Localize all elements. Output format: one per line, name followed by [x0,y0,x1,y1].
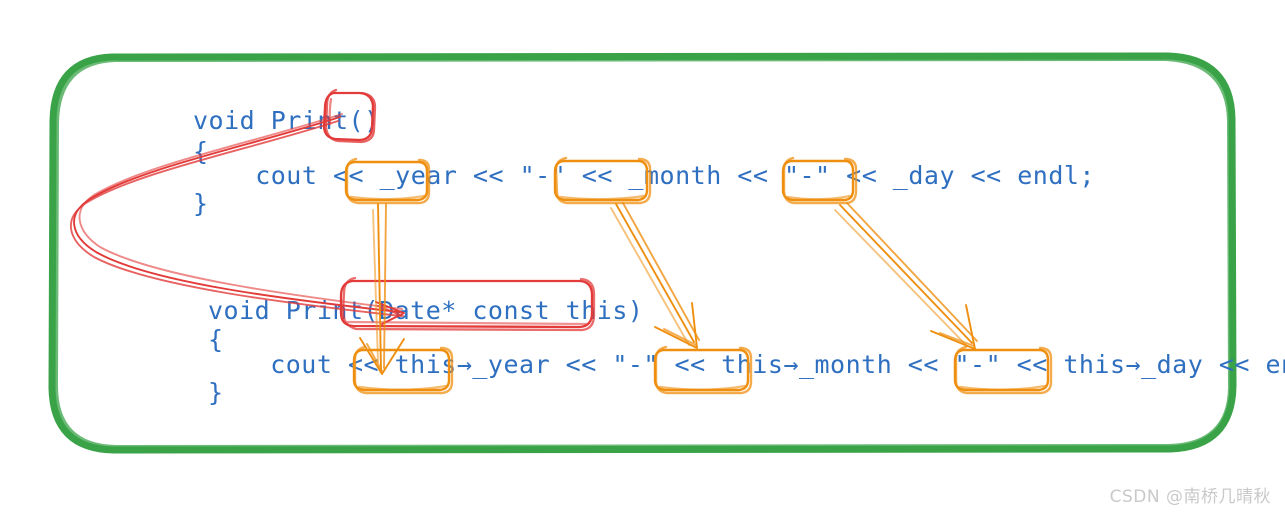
code-close-brace-2: } [208,378,224,407]
red-rewrite-arrow [70,113,405,325]
code-body-no-this: cout << _year << "-" << _month << "-" <<… [193,161,1095,190]
orange-arrow-day [834,202,978,350]
green-frame-border [48,52,1237,454]
code-close-brace-1: } [193,189,209,218]
code-signature-no-this: void Print() [193,106,380,135]
orange-arrow-year [359,203,405,375]
orange-arrow-month [610,202,700,349]
code-body-with-this: cout << this→_year << "-" << this→_month… [208,350,1285,379]
csdn-watermark: CSDN @南桥几晴秋 [1109,487,1271,507]
marker-annotation-layer [70,88,1053,395]
code-signature-with-this: void Print(Date* const this) [208,296,644,325]
annotated-code-figure: void Print() { cout << _year << "-" << _… [0,0,1285,513]
